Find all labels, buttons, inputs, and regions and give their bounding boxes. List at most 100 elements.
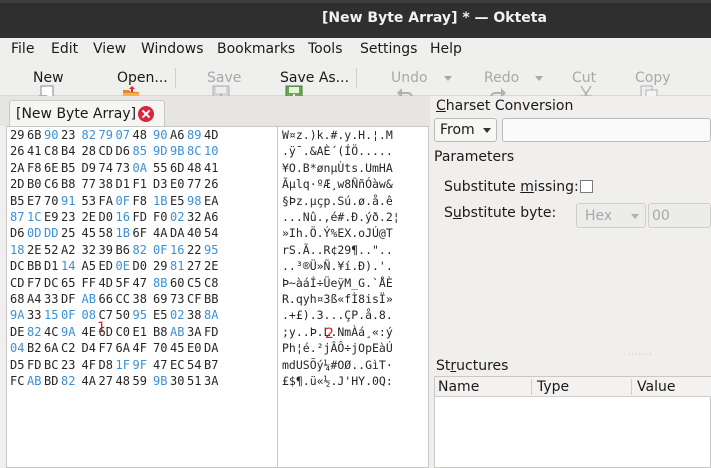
hex-byte[interactable]: DE (10, 324, 27, 340)
hex-row[interactable]: DE 82 4C 9A 4E 6D C0 E1 B8 AB 3A FD (10, 324, 278, 340)
splitter-handle[interactable]: ······· (628, 350, 653, 359)
hex-byte[interactable]: B8 (153, 324, 170, 340)
hex-byte[interactable]: 8B (153, 275, 170, 291)
hex-byte[interactable]: 54 (204, 225, 221, 241)
hex-byte[interactable]: BB (204, 291, 221, 307)
hex-byte[interactable]: 89 (187, 127, 204, 143)
hex-byte[interactable]: 4D (99, 275, 116, 291)
hex-byte[interactable]: 16 (116, 209, 133, 225)
hex-byte[interactable]: 9A (10, 307, 27, 323)
hex-byte[interactable]: 6F (133, 225, 150, 241)
hex-byte[interactable]: 90 (44, 127, 61, 143)
hex-byte[interactable]: 65 (61, 275, 78, 291)
hex-byte[interactable]: B8 (61, 176, 78, 192)
column-header-type[interactable]: Type (537, 379, 569, 395)
hex-row[interactable]: 29 6B 90 23 82 79 07 48 90 A6 89 4D (10, 127, 278, 143)
close-tab-icon[interactable] (138, 106, 154, 122)
hex-byte[interactable]: 41 (27, 143, 44, 159)
substitute-byte-input[interactable]: 00 (648, 203, 711, 228)
hex-byte[interactable]: 82 (27, 324, 44, 340)
hex-row[interactable]: FC AB BD 82 4A 27 48 59 9B 30 51 3A (10, 373, 278, 389)
hex-row[interactable]: 2A F8 6E B5 D9 74 73 0A 55 6D 48 41 (10, 160, 278, 176)
hex-byte[interactable]: 14 (61, 258, 78, 274)
char-row[interactable]: rS.Ã..R¢29¶..".. (282, 242, 428, 258)
hex-byte[interactable]: 4E (82, 324, 99, 340)
hex-byte[interactable]: A5 (82, 258, 99, 274)
paste-button[interactable] (686, 65, 709, 91)
char-row[interactable]: Ph¦é.²jÂÔ÷jOpEàÚ (282, 340, 428, 356)
hex-byte[interactable]: F8 (133, 193, 150, 209)
hex-byte[interactable]: BB (27, 258, 44, 274)
hex-byte[interactable]: C8 (44, 143, 61, 159)
hex-byte[interactable]: CC (116, 291, 133, 307)
hex-byte[interactable]: 4F (133, 340, 150, 356)
hex-byte[interactable]: D1 (44, 258, 61, 274)
hex-byte[interactable]: 10 (204, 143, 221, 159)
hex-byte[interactable]: 1F (116, 357, 133, 373)
menu-bookmarks[interactable]: Bookmarks (217, 41, 295, 57)
hex-byte[interactable]: FA (99, 193, 116, 209)
char-row[interactable]: .+£).3...ÇP.å.8. (282, 307, 428, 323)
hex-byte[interactable]: 45 (82, 225, 99, 241)
menu-file[interactable]: File (11, 41, 34, 57)
hex-byte[interactable]: 08 (82, 307, 99, 323)
hex-byte[interactable]: E9 (44, 209, 61, 225)
hex-byte[interactable]: 77 (187, 176, 204, 192)
hex-byte[interactable]: 91 (61, 193, 78, 209)
hex-byte[interactable]: 16 (170, 242, 187, 258)
hex-byte[interactable]: 9B (153, 373, 170, 389)
hex-byte[interactable]: F7 (99, 340, 116, 356)
hex-byte[interactable]: 0A (133, 160, 150, 176)
hex-byte[interactable]: 47 (133, 275, 150, 291)
hex-byte[interactable]: 02 (170, 209, 187, 225)
char-row[interactable]: W¤z.)k.#.y.H.¦.M (282, 127, 428, 143)
charset-select[interactable] (502, 118, 711, 142)
hex-byte[interactable]: 8A (204, 307, 221, 323)
hex-byte[interactable]: 4F (82, 357, 99, 373)
hex-byte[interactable]: 2A (10, 160, 27, 176)
hex-byte[interactable]: 48 (133, 127, 150, 143)
hex-byte[interactable]: E7 (27, 193, 44, 209)
hex-byte[interactable]: CD (99, 143, 116, 159)
hex-byte[interactable]: B0 (27, 176, 44, 192)
hex-byte[interactable]: C6 (44, 176, 61, 192)
hex-byte[interactable]: DF (61, 291, 78, 307)
hex-byte[interactable]: 0E (116, 258, 133, 274)
hex-byte[interactable]: 74 (99, 160, 116, 176)
hex-byte[interactable]: 6B (27, 127, 44, 143)
hex-byte[interactable]: 82 (133, 242, 150, 258)
hex-byte[interactable]: 33 (27, 307, 44, 323)
hex-byte[interactable]: D1 (116, 176, 133, 192)
hex-row[interactable]: CD F7 DC 65 FF 4D 5F 47 8B 60 C5 C8 (10, 275, 278, 291)
hex-byte[interactable]: 5F (116, 275, 133, 291)
structures-table[interactable]: Name Type Value (434, 376, 711, 468)
char-row[interactable]: Ãµlq·ºÆ¸w8ÑñÓàw& (282, 176, 428, 192)
char-row[interactable]: ..³®Ü»Ñ.¥í.Ð).'. (282, 258, 428, 274)
hex-byte[interactable]: B5 (61, 160, 78, 176)
hex-byte[interactable]: ED (99, 258, 116, 274)
hex-byte[interactable]: D6 (10, 225, 27, 241)
hex-byte[interactable]: 95 (133, 307, 150, 323)
menu-windows[interactable]: Windows (141, 41, 204, 57)
hex-byte[interactable]: C8 (204, 275, 221, 291)
hex-byte[interactable]: DD (44, 225, 61, 241)
hex-byte[interactable]: 27 (99, 373, 116, 389)
hex-byte[interactable]: 9D (153, 143, 170, 159)
hex-byte[interactable]: D5 (10, 357, 27, 373)
hex-byte[interactable]: A6 (204, 209, 221, 225)
hex-row[interactable]: DC BB D1 14 A5 ED 0E D0 29 81 27 2E (10, 258, 278, 274)
char-value-column[interactable]: W¤z.)k.#.y.H.¦.M .ÿ¯.&AÈ´(ÍÖ..... ¥O.B*ønµ… (282, 127, 428, 390)
hex-byte[interactable]: 59 (133, 373, 150, 389)
hex-byte[interactable]: 47 (153, 357, 170, 373)
hex-byte[interactable]: 4D (204, 127, 221, 143)
hex-byte[interactable]: D0 (133, 258, 150, 274)
hex-row[interactable]: 2D B0 C6 B8 77 38 D1 F1 D3 E0 77 26 (10, 176, 278, 192)
hex-byte[interactable]: 15 (44, 307, 61, 323)
hex-byte[interactable]: 4C (44, 324, 61, 340)
menu-settings[interactable]: Settings (360, 41, 417, 57)
hex-byte[interactable]: 23 (61, 127, 78, 143)
hex-row[interactable]: D5 FD BC 23 4F D8 1F 9F 47 EC 54 B7 (10, 357, 278, 373)
hex-byte[interactable]: 79 (99, 127, 116, 143)
hex-byte[interactable]: 98 (187, 193, 204, 209)
hex-byte[interactable]: B5 (10, 193, 27, 209)
